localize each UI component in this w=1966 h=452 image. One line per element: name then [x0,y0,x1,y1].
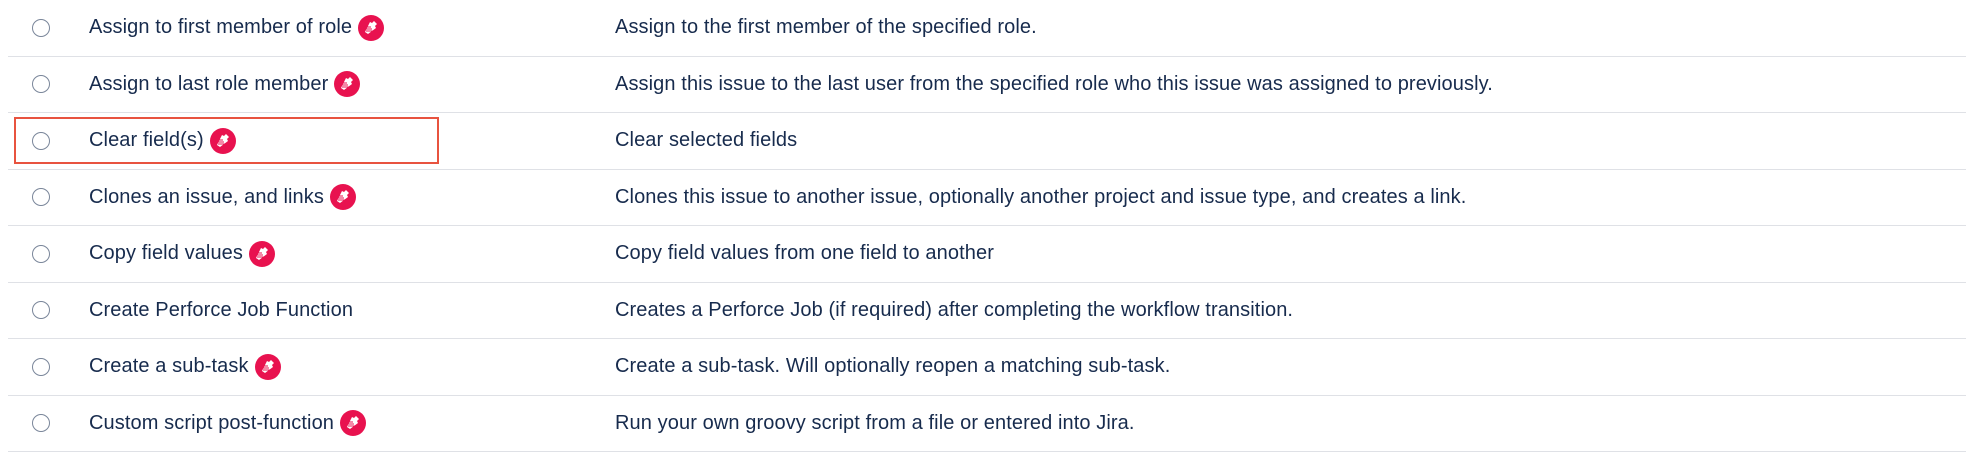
item-name-cell: Assign to first member of role [89,0,385,56]
radio-button[interactable] [32,414,50,433]
radio-button[interactable] [32,357,50,376]
radio-button[interactable] [32,18,50,37]
scriptrunner-icon [340,410,367,437]
list-item[interactable]: Custom script post-function Run your own… [8,396,1966,452]
scriptrunner-icon [358,14,385,41]
item-name-cell: Copy field values [89,226,276,282]
item-description: Copy field values from one field to anot… [615,242,994,265]
item-name: Assign to first member of role [89,16,353,39]
item-name: Assign to last role member [89,72,329,95]
item-description: Creates a Perforce Job (if required) aft… [615,298,1294,321]
radio-button[interactable] [32,75,50,94]
scriptrunner-icon [254,353,281,380]
list-item[interactable]: Clear field(s) Clear selected fields [8,113,1966,170]
scriptrunner-icon [209,127,236,154]
item-name: Create a sub-task [89,355,249,378]
item-description: Assign to the first member of the specif… [615,16,1037,39]
list-item[interactable]: Create Perforce Job Function Creates a P… [8,283,1966,339]
item-description: Run your own groovy script from a file o… [615,411,1135,434]
list-item[interactable]: Copy field values Copy field values from… [8,226,1966,283]
item-description: Assign this issue to the last user from … [615,72,1493,95]
radio-button[interactable] [32,131,50,150]
item-name-cell: Custom script post-function [89,396,367,452]
item-name: Clear field(s) [89,129,204,152]
item-name-cell: Create Perforce Job Function [89,283,353,339]
item-name: Create Perforce Job Function [89,298,354,321]
item-name: Copy field values [89,242,244,265]
item-description: Create a sub-task. Will optionally reope… [615,355,1171,378]
item-name-cell: Clones an issue, and links [89,170,356,226]
radio-button[interactable] [32,244,50,263]
item-name-cell: Clear field(s) [89,113,236,169]
scriptrunner-icon [329,184,356,211]
item-name: Clones an issue, and links [89,185,324,208]
scriptrunner-icon [249,240,276,267]
radio-button[interactable] [32,188,50,207]
radio-button[interactable] [32,301,50,320]
item-name-cell: Create a sub-task [89,339,281,395]
item-name-cell: Assign to last role member [89,57,361,113]
item-description: Clones this issue to another issue, opti… [615,185,1467,208]
list-item[interactable]: Assign to first member of role Assign to… [8,0,1966,57]
item-description: Clear selected fields [615,129,798,152]
scriptrunner-icon [334,71,361,98]
post-function-list: Assign to first member of role Assign to… [0,0,1966,452]
list-item[interactable]: Assign to last role member Assign this i… [8,57,1966,113]
list-item[interactable]: Create a sub-task Create a sub-task. Wil… [8,339,1966,396]
list-item[interactable]: Clones an issue, and links Clones this i… [8,170,1966,226]
item-name: Custom script post-function [89,411,335,434]
